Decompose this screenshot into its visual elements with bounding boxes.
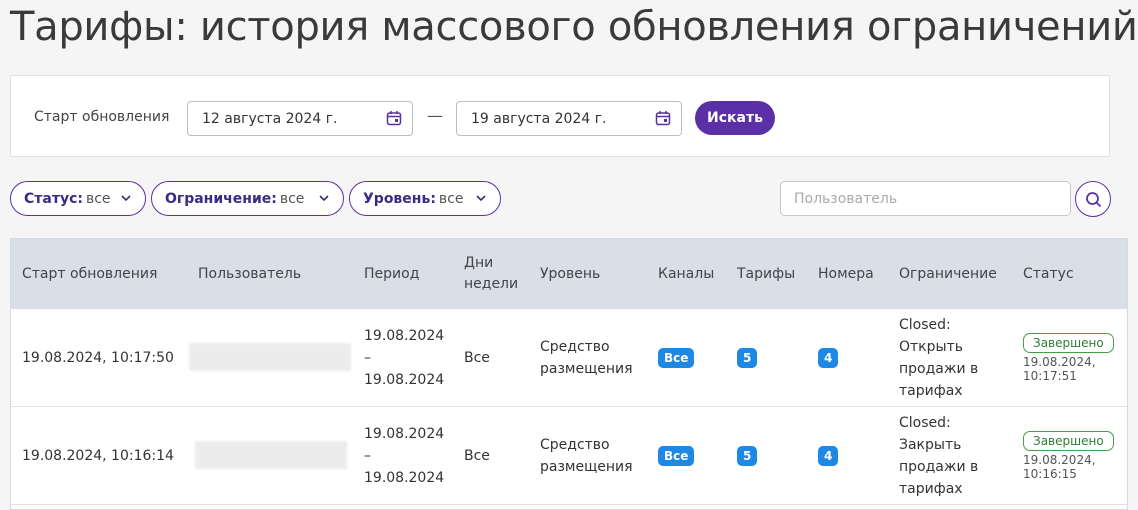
cell-rooms: 4 — [818, 407, 888, 504]
cell-status: Завершено 19.08.2024, 10:16:15 — [1023, 407, 1123, 504]
history-table: Старт обновления Пользователь Период Дни… — [10, 238, 1128, 510]
tariffs-badge[interactable]: 5 — [737, 347, 758, 368]
level-filter-label: Уровень: — [363, 191, 436, 207]
date-from-field[interactable]: 12 августа 2024 г. — [187, 101, 413, 136]
date-range-dash: — — [427, 106, 443, 125]
page-title: Тарифы: история массового обновления огр… — [10, 4, 1138, 50]
status-badge: Завершено — [1023, 430, 1114, 451]
col-header-user: Пользователь — [198, 265, 302, 282]
cell-start: 19.08.2024, 10:17:50 — [22, 349, 174, 366]
filter-panel: Старт обновления 12 августа 2024 г. — 19… — [10, 75, 1110, 157]
cell-restriction: Closed: Закрыть продажи в тарифах — [899, 414, 979, 497]
cell-tariffs: 5 — [737, 407, 807, 504]
tariffs-badge[interactable]: 5 — [737, 445, 758, 466]
level-filter-value: все — [438, 191, 464, 207]
status-badge: Завершено — [1023, 332, 1114, 353]
col-header-period: Период — [364, 265, 420, 282]
cell-restriction: Closed: Открыть продажи в тарифах — [899, 316, 979, 399]
search-icon — [1086, 192, 1102, 208]
restriction-filter-value: все — [279, 191, 305, 207]
level-filter-chip[interactable]: Уровень: все — [349, 181, 501, 216]
chevron-down-icon — [319, 195, 329, 202]
date-to-value: 19 августа 2024 г. — [471, 111, 607, 127]
status-time: 19.08.2024, 10:17:51 — [1023, 354, 1096, 383]
calendar-icon[interactable] — [655, 110, 671, 126]
date-to-field[interactable]: 19 августа 2024 г. — [456, 101, 682, 136]
date-from-value: 12 августа 2024 г. — [202, 111, 338, 127]
status-time: 19.08.2024, 10:16:15 — [1023, 452, 1096, 481]
search-button[interactable]: Искать — [695, 101, 775, 135]
cell-period: 19.08.2024 – 19.08.2024 — [364, 425, 445, 486]
channels-badge[interactable]: Все — [658, 445, 695, 466]
table-row[interactable]: 19.08.2024, 10:17:50 19.08.2024 – 19.08.… — [11, 309, 1127, 407]
cell-level: Средство размещения — [540, 436, 633, 475]
restriction-filter-label: Ограничение: — [165, 191, 277, 207]
cell-channels: Все — [658, 309, 728, 406]
status-filter-label: Статус: — [24, 191, 83, 207]
col-header-status: Статус — [1023, 265, 1074, 282]
cell-status: Завершено 19.08.2024, 10:17:51 — [1023, 309, 1123, 406]
chevron-down-icon — [121, 195, 131, 202]
start-update-label: Старт обновления — [34, 109, 170, 125]
cell-start: 19.08.2024, 10:16:14 — [22, 447, 174, 464]
status-filter-value: все — [85, 191, 111, 207]
col-header-restriction: Ограничение — [899, 265, 997, 282]
col-header-weekdays: Дни недели — [464, 255, 519, 292]
cell-rooms: 4 — [818, 309, 888, 406]
cell-tariffs: 5 — [737, 309, 807, 406]
cell-weekdays: Все — [464, 447, 490, 464]
col-header-channels: Каналы — [658, 265, 715, 282]
cell-weekdays: Все — [464, 349, 490, 366]
rooms-badge[interactable]: 4 — [818, 347, 839, 368]
cell-user-redacted — [189, 343, 351, 371]
status-filter-chip[interactable]: Статус: все — [10, 181, 146, 216]
user-search-button[interactable] — [1075, 181, 1111, 217]
restriction-filter-chip[interactable]: Ограничение: все — [151, 181, 344, 216]
col-header-level: Уровень — [540, 265, 601, 282]
cell-level: Средство размещения — [540, 338, 633, 377]
channels-badge[interactable]: Все — [658, 347, 695, 368]
cell-channels: Все — [658, 407, 728, 504]
chevron-down-icon — [476, 195, 486, 202]
cell-period: 19.08.2024 – 19.08.2024 — [364, 327, 445, 388]
calendar-icon[interactable] — [386, 110, 402, 126]
table-header: Старт обновления Пользователь Период Дни… — [11, 239, 1127, 309]
cell-user-redacted — [195, 441, 347, 469]
col-header-start: Старт обновления — [22, 265, 158, 282]
col-header-tariffs: Тарифы — [737, 265, 796, 282]
col-header-rooms: Номера — [818, 265, 874, 282]
user-search-input[interactable] — [780, 181, 1071, 216]
table-row[interactable]: 19.08.2024, 10:16:14 19.08.2024 – 19.08.… — [11, 407, 1127, 505]
rooms-badge[interactable]: 4 — [818, 445, 839, 466]
